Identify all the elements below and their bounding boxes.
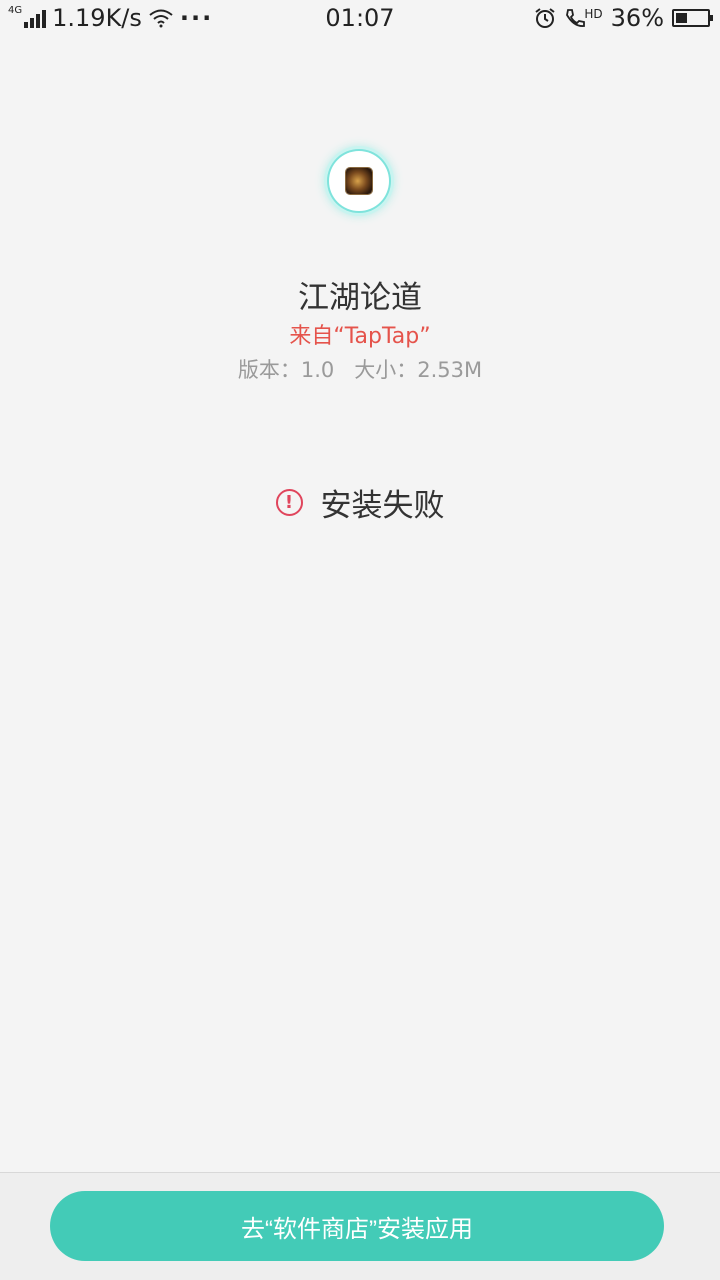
app-icon-ring bbox=[329, 151, 389, 211]
install-result-screen: 4G 1.19K/s ··· 01:07 HD 36% 江湖论道 来自“TapT… bbox=[0, 0, 720, 1280]
battery-level bbox=[676, 13, 687, 23]
battery-percent: 36% bbox=[610, 4, 664, 32]
install-failed-status: ! 安装失败 bbox=[0, 480, 720, 525]
alarm-icon bbox=[534, 7, 556, 29]
app-name: 江湖论道 bbox=[298, 280, 422, 316]
install-from-store-button[interactable]: 去“软件商店”安装应用 bbox=[50, 1191, 664, 1261]
app-source: 来自“TapTap” bbox=[289, 324, 431, 349]
app-icon bbox=[346, 168, 372, 194]
status-right: HD 36% bbox=[534, 4, 713, 32]
bottom-bar: 去“软件商店”安装应用 bbox=[0, 1172, 720, 1280]
app-meta: 版本：1.0 大小：2.53M bbox=[0, 354, 720, 384]
status-bar: 4G 1.19K/s ··· 01:07 HD 36% bbox=[0, 0, 720, 38]
error-icon: ! bbox=[275, 489, 303, 516]
app-version: 版本：1.0 bbox=[237, 358, 335, 382]
hd-label: HD bbox=[584, 7, 603, 21]
install-failed-text: 安装失败 bbox=[320, 488, 445, 524]
app-size: 大小：2.53M bbox=[354, 358, 483, 382]
hd-call-icon: HD bbox=[564, 7, 603, 29]
battery-icon bbox=[672, 9, 713, 27]
